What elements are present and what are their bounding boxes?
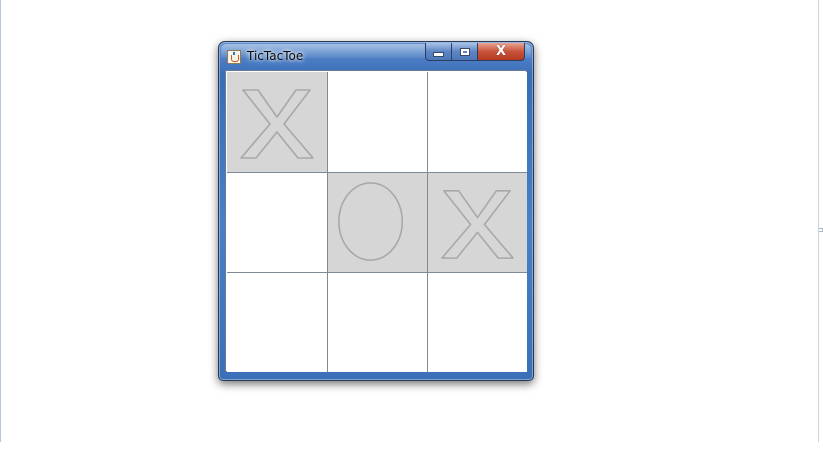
minimize-icon — [433, 52, 444, 57]
board-cell[interactable] — [227, 272, 327, 372]
board-cell[interactable] — [427, 172, 527, 272]
caption-buttons: X — [425, 43, 525, 62]
board-cell[interactable] — [227, 72, 327, 172]
x-mark-icon — [428, 173, 527, 272]
minimize-button[interactable] — [425, 43, 452, 61]
title-bar[interactable]: TicTacToe X — [219, 42, 533, 70]
board-cell[interactable] — [327, 272, 427, 372]
window-title: TicTacToe — [247, 49, 304, 63]
close-icon: X — [495, 44, 507, 59]
tictactoe-window: TicTacToe X — [218, 41, 534, 381]
java-cup-icon[interactable] — [227, 50, 241, 64]
board-panel — [225, 70, 527, 372]
board-cell[interactable] — [327, 72, 427, 172]
maximize-icon — [459, 47, 470, 56]
o-mark-icon — [328, 173, 427, 272]
maximize-button[interactable] — [452, 43, 478, 61]
cup-shape — [231, 55, 239, 62]
game-board — [227, 72, 527, 372]
resize-handle[interactable] — [819, 228, 823, 232]
desktop-right-edge — [818, 0, 819, 442]
desktop-left-edge — [0, 0, 1, 442]
board-cell[interactable] — [427, 72, 527, 172]
close-button[interactable]: X — [478, 43, 525, 61]
board-cell[interactable] — [427, 272, 527, 372]
board-cell[interactable] — [327, 172, 427, 272]
x-mark-icon — [227, 72, 327, 172]
board-cell[interactable] — [227, 172, 327, 272]
